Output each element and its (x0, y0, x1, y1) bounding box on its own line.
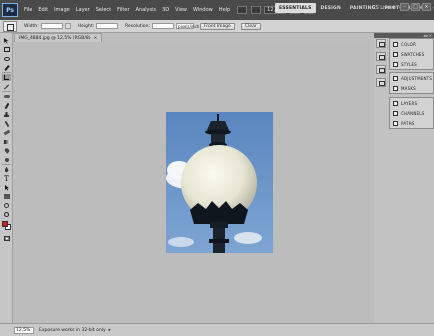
marquee-tool-icon[interactable] (2, 46, 11, 53)
swatches-panel-icon (393, 51, 398, 57)
type-tool-icon[interactable]: T (2, 175, 11, 183)
gradient-tool-icon[interactable] (2, 138, 11, 145)
width-input[interactable] (40, 23, 63, 29)
window-controls: – □ × (400, 3, 431, 11)
status-menu-arrow-icon[interactable]: ▸ (109, 328, 111, 333)
clone-stamp-tool-icon[interactable] (2, 111, 11, 118)
close-button[interactable]: × (422, 3, 431, 11)
resolution-unit-select[interactable]: pixels/inch (176, 23, 199, 29)
launch-bridge-icon[interactable] (237, 6, 248, 14)
lasso-tool-icon[interactable] (2, 55, 11, 62)
menu-3d[interactable]: 3D (159, 7, 172, 13)
foreground-color-swatch[interactable] (2, 221, 8, 227)
panel-channels[interactable]: CHANNELS (390, 108, 433, 118)
color-panel-icon (393, 41, 398, 47)
status-info-text: Exposure works in 32-bit only (39, 327, 106, 333)
panel-color[interactable]: COLOR (390, 39, 433, 49)
pen-tool-icon[interactable] (2, 166, 11, 173)
channels-panel-icon (393, 110, 398, 116)
spot-healing-brush-icon[interactable] (2, 93, 11, 100)
menu-select[interactable]: Select (93, 7, 114, 13)
crop-tool-icon[interactable] (2, 74, 11, 81)
street-lamp-photo (166, 112, 273, 253)
cs-live-menu[interactable]: CS Live ▾ (372, 5, 395, 11)
panel-swatches[interactable]: SWATCHES (390, 49, 433, 59)
styles-panel-icon (393, 61, 398, 67)
options-bar: Width: Height: Resolution: pixels/inch F… (0, 20, 434, 33)
status-bar: 12,5% Exposure works in 32-bit only ▸ (0, 323, 434, 336)
history-panel-icon[interactable] (376, 39, 386, 48)
photoshop-logo: Ps (2, 3, 18, 17)
document-tab-title: IMG_4884.jpg @ 12,5% (RGB/8) (19, 35, 91, 41)
panel-masks[interactable]: MASKS (390, 83, 433, 93)
menu-edit[interactable]: Edit (35, 7, 51, 13)
crop-tool-preset-icon[interactable] (3, 20, 17, 32)
workspace-design[interactable]: DESIGN (317, 3, 345, 13)
adjustments-panel-icon (393, 75, 398, 81)
masks-panel-icon (393, 85, 398, 91)
eyedropper-tool-icon[interactable] (2, 83, 11, 90)
panel-layers[interactable]: LAYERS (390, 98, 433, 108)
quick-selection-tool-icon[interactable] (2, 64, 11, 71)
menu-bar: Ps File Edit Image Layer Select Filter A… (0, 0, 434, 20)
menu-image[interactable]: Image (51, 7, 73, 13)
height-label: Height: (77, 23, 94, 29)
zoom-tool-icon[interactable] (2, 211, 11, 218)
panel-adjustments[interactable]: ADJUSTMENTS (390, 73, 433, 83)
clear-button[interactable]: Clear (240, 22, 261, 30)
document-close-icon[interactable]: × (93, 36, 97, 41)
adjustments-panel-group: ADJUSTMENTS MASKS (389, 72, 434, 94)
launch-mini-bridge-icon[interactable] (251, 6, 262, 14)
shape-tool-icon[interactable] (2, 193, 11, 200)
quick-mask-icon[interactable] (2, 235, 11, 242)
menu-help[interactable]: Help (216, 7, 233, 13)
dodge-tool-icon[interactable] (2, 156, 11, 163)
color-panel-group: COLOR SWATCHES STYLES (389, 38, 434, 70)
menu-filter[interactable]: Filter (114, 7, 132, 13)
move-tool-icon[interactable] (2, 37, 11, 44)
eraser-tool-icon[interactable] (2, 129, 11, 136)
layers-panel-group: LAYERS CHANNELS PATHS (389, 97, 434, 129)
width-label: Width: (24, 23, 39, 29)
menu-layer[interactable]: Layer (73, 7, 93, 13)
paragraph-panel-icon[interactable] (376, 65, 386, 74)
photoshop-window: Ps File Edit Image Layer Select Filter A… (0, 0, 434, 336)
panel-paths[interactable]: PATHS (390, 118, 433, 128)
menu-file[interactable]: File (21, 7, 35, 13)
panel-dock: ◂◂ × COLOR SWATCHES STYLES ADJUSTMENTS M… (374, 33, 434, 323)
menu-view[interactable]: View (172, 7, 190, 13)
character-panel-icon[interactable] (376, 52, 386, 61)
layers-panel-icon (393, 100, 398, 106)
front-image-button[interactable]: Front Image (200, 22, 235, 30)
resolution-input[interactable] (152, 23, 175, 29)
panel-styles[interactable]: STYLES (390, 59, 433, 69)
blur-tool-icon[interactable] (2, 147, 11, 154)
3d-rotate-tool-icon[interactable] (2, 202, 11, 209)
history-brush-icon[interactable] (2, 120, 11, 127)
menu-window[interactable]: Window (190, 7, 216, 13)
brush-presets-icon[interactable] (376, 78, 386, 87)
workspace-essentials[interactable]: ESSENTIALS (275, 3, 316, 13)
resolution-label: Resolution: (125, 23, 151, 29)
paths-panel-icon (393, 120, 398, 126)
tools-panel: T (0, 33, 13, 323)
height-input[interactable] (96, 23, 118, 29)
document-image (166, 112, 273, 253)
minimize-button[interactable]: – (400, 3, 409, 11)
brush-tool-icon[interactable] (2, 102, 11, 109)
path-selection-tool-icon[interactable] (2, 184, 11, 191)
swap-dimensions-icon[interactable] (64, 23, 71, 29)
status-zoom-field[interactable]: 12,5% (14, 326, 34, 334)
maximize-button[interactable]: □ (411, 3, 420, 11)
menu-analysis[interactable]: Analysis (133, 7, 160, 13)
document-tab[interactable]: IMG_4884.jpg @ 12,5% (RGB/8) × (14, 33, 103, 42)
panel-icon-column (376, 39, 388, 91)
